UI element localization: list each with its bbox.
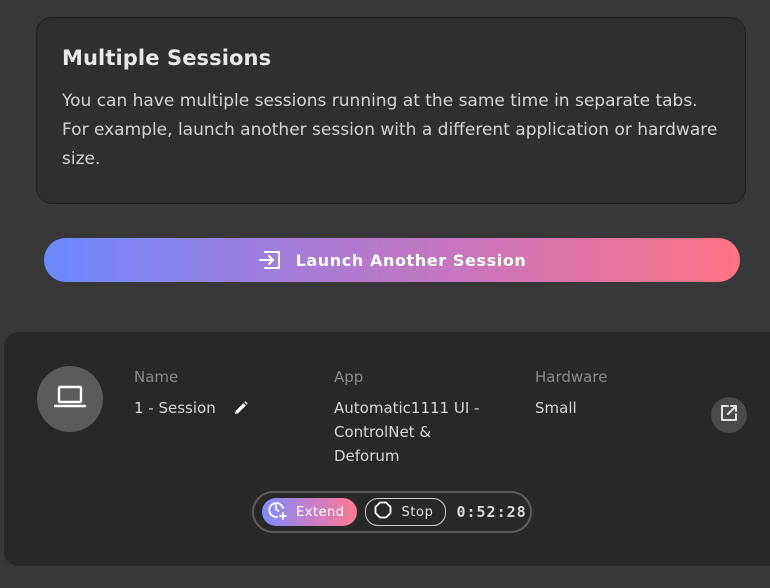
info-title: Multiple Sessions [62,46,272,70]
session-timer: 0:52:28 [456,503,527,521]
launch-another-session-button[interactable]: Launch Another Session [44,238,740,282]
laptop-icon [53,384,87,414]
external-link-icon [719,403,739,427]
session-app-column: App Automatic1111 UI - ControlNet & Defo… [334,368,484,468]
app-label: App [334,368,364,386]
name-label: Name [134,368,179,386]
multiple-sessions-card: Multiple Sessions You can have multiple … [36,17,746,204]
stop-button[interactable]: Stop [364,498,447,526]
pencil-icon[interactable] [234,401,248,415]
session-avatar [37,366,103,432]
page: Multiple Sessions You can have multiple … [0,0,770,588]
launch-button-label: Launch Another Session [295,250,527,270]
session-app-value: Automatic1111 UI - ControlNet & Deforum [334,399,480,465]
hardware-label: Hardware [535,368,608,386]
extend-label: Extend [296,504,345,520]
session-name-value: 1 - Session [134,399,216,417]
clock-plus-icon [266,499,288,525]
stop-label: Stop [401,504,434,520]
extend-button[interactable]: Extend [262,498,357,526]
session-name-column: Name 1 - Session [134,368,248,420]
session-hardware-column: Hardware Small [535,368,607,420]
info-text: You can have multiple sessions running a… [62,91,718,169]
session-card: Name 1 - Session App Automatic1111 UI - … [4,332,770,566]
stop-octagon-icon [374,501,392,523]
enter-icon [258,249,282,271]
session-hardware-value: Small [535,399,577,417]
session-controls: Extend Stop 0:52:28 [252,491,532,533]
open-session-button[interactable] [711,397,747,433]
